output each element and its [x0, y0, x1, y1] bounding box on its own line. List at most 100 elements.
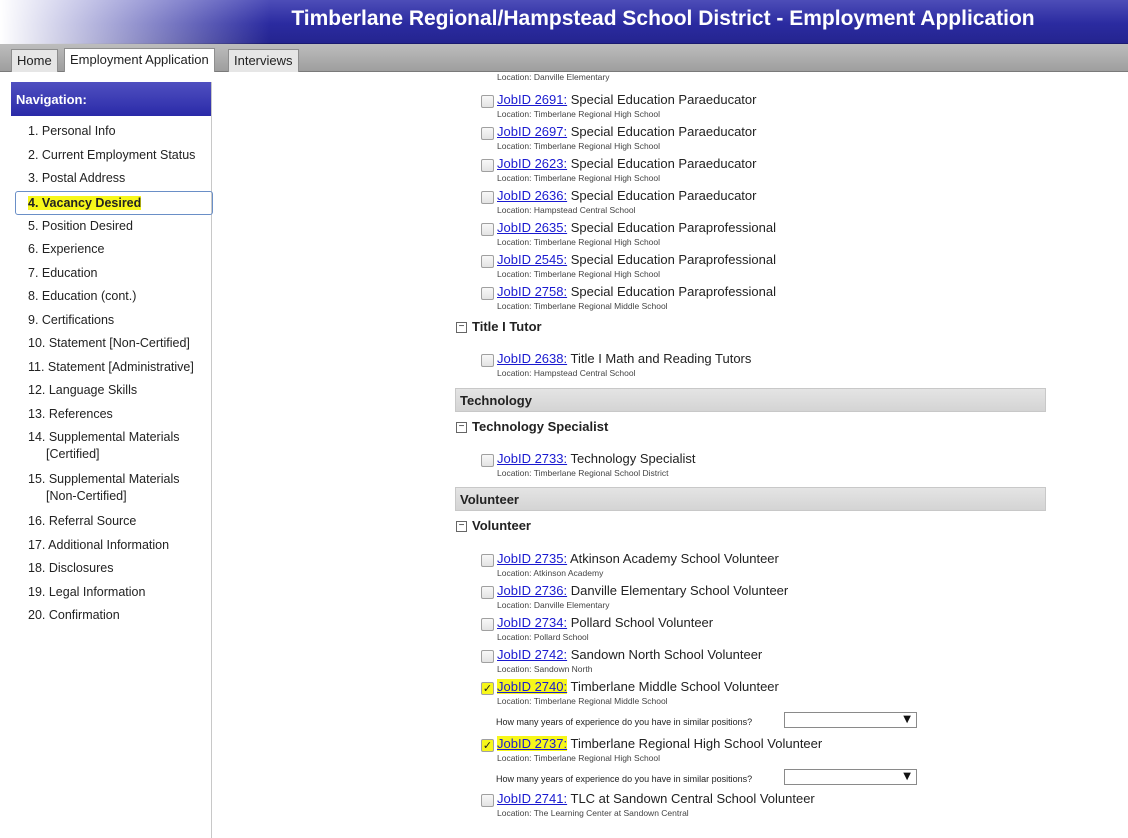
nav-header: Navigation: [11, 82, 211, 116]
nav-item-supplemental-certified[interactable]: 14. Supplemental Materials [Certified] [11, 426, 211, 468]
job-checkbox[interactable] [481, 650, 494, 663]
job-location: Location: Sandown North [497, 664, 593, 674]
job-location: Location: Danville Elementary [497, 72, 610, 82]
job-title: Special Education Paraeducator [570, 124, 757, 139]
job-row: JobID 2736: Danville Elementary School V… [481, 582, 1041, 614]
nav-item-postal-address[interactable]: 3. Postal Address [11, 167, 211, 191]
nav-item-additional-information[interactable]: 17. Additional Information [11, 534, 211, 558]
job-link[interactable]: JobID 2638: [497, 351, 567, 366]
nav-item-supplemental-non-certified[interactable]: 15. Supplemental Materials [Non-Certifie… [11, 468, 211, 510]
nav-item-education-cont[interactable]: 8. Education (cont.) [11, 285, 211, 309]
job-link[interactable]: JobID 2636: [497, 188, 567, 203]
job-checkbox[interactable] [481, 586, 494, 599]
job-link[interactable]: JobID 2623: [497, 156, 567, 171]
job-row: JobID 2733: Technology Specialist Locati… [481, 450, 1041, 482]
job-checkbox[interactable] [481, 159, 494, 172]
tab-strip: Home Employment Application Interviews [0, 44, 1128, 72]
job-checkbox[interactable] [481, 127, 494, 140]
job-title: Special Education Paraprofessional [570, 284, 776, 299]
job-checkbox[interactable] [481, 287, 494, 300]
experience-select[interactable]: ▼ [784, 769, 917, 785]
nav-item-experience[interactable]: 6. Experience [11, 238, 211, 262]
job-link[interactable]: JobID 2691: [497, 92, 567, 107]
job-title: Special Education Paraeducator [570, 156, 757, 171]
job-title: Special Education Paraprofessional [570, 220, 776, 235]
job-location: Location: Timberlane Regional High Schoo… [497, 753, 661, 763]
job-row: JobID 2734: Pollard School Volunteer Loc… [481, 614, 1041, 646]
title-fade [0, 0, 270, 44]
job-link[interactable]: JobID 2545: [497, 252, 567, 267]
tab-interviews[interactable]: Interviews [228, 49, 299, 72]
job-checkbox-checked[interactable]: ✓ [481, 739, 494, 752]
nav-item-disclosures[interactable]: 18. Disclosures [11, 557, 211, 581]
job-checkbox[interactable] [481, 554, 494, 567]
nav-item-referral-source[interactable]: 16. Referral Source [11, 510, 211, 534]
subgroup-technology-specialist[interactable]: − Technology Specialist [456, 419, 608, 434]
job-location: Location: Pollard School [497, 632, 589, 642]
nav-list: 1. Personal Info 2. Current Employment S… [11, 116, 213, 628]
job-checkbox[interactable] [481, 354, 494, 367]
job-title: Special Education Paraeducator [570, 92, 757, 107]
job-location: Location: Hampstead Central School [497, 205, 636, 215]
job-link[interactable]: JobID 2736: [497, 583, 567, 598]
job-location: Location: Atkinson Academy [497, 568, 604, 578]
job-location: Location: Timberlane Regional High Schoo… [497, 109, 661, 119]
job-location: Location: Timberlane Regional High Schoo… [497, 269, 661, 279]
job-row: JobID 2635: Special Education Paraprofes… [481, 219, 1041, 251]
job-location: Location: Timberlane Regional High Schoo… [497, 237, 661, 247]
job-link[interactable]: JobID 2735: [497, 551, 567, 566]
collapse-icon[interactable]: − [456, 521, 467, 533]
job-link[interactable]: JobID 2758: [497, 284, 567, 299]
job-title: Special Education Paraprofessional [570, 252, 776, 267]
nav-item-education[interactable]: 7. Education [11, 262, 211, 286]
job-checkbox[interactable] [481, 618, 494, 631]
job-location: Location: Timberlane Regional High Schoo… [497, 173, 661, 183]
job-checkbox[interactable] [481, 223, 494, 236]
job-row: JobID 2697: Special Education Paraeducat… [481, 123, 1041, 155]
nav-item-statement-non-certified[interactable]: 10. Statement [Non-Certified] [11, 332, 211, 356]
job-checkbox[interactable] [481, 255, 494, 268]
nav-item-statement-administrative[interactable]: 11. Statement [Administrative] [11, 356, 211, 380]
job-link[interactable]: JobID 2733: [497, 451, 567, 466]
nav-item-label: 14. Supplemental Materials [28, 430, 180, 444]
nav-item-language-skills[interactable]: 12. Language Skills [11, 379, 211, 403]
job-row: JobID 2623: Special Education Paraeducat… [481, 155, 1041, 187]
job-title: Danville Elementary School Volunteer [570, 583, 789, 598]
subgroup-volunteer[interactable]: − Volunteer [456, 518, 531, 533]
job-checkbox-checked[interactable]: ✓ [481, 682, 494, 695]
job-link[interactable]: JobID 2740: [497, 679, 568, 694]
job-checkbox[interactable] [481, 95, 494, 108]
job-location: Location: Timberlane Regional Middle Sch… [497, 696, 668, 706]
job-link[interactable]: JobID 2734: [497, 615, 567, 630]
job-row: JobID 2758: Special Education Paraprofes… [481, 283, 1041, 315]
subgroup-label: Technology Specialist [472, 419, 609, 434]
nav-item-legal-information[interactable]: 19. Legal Information [11, 581, 211, 605]
nav-item-references[interactable]: 13. References [11, 403, 211, 427]
job-link[interactable]: JobID 2741: [497, 791, 567, 806]
nav-item-vacancy-desired[interactable]: 4. Vacancy Desired [15, 190, 213, 215]
tab-employment-application[interactable]: Employment Application [64, 48, 215, 72]
job-checkbox[interactable] [481, 794, 494, 807]
nav-item-confirmation[interactable]: 20. Confirmation [11, 604, 211, 628]
experience-select[interactable]: ▼ [784, 712, 917, 728]
job-link[interactable]: JobID 2697: [497, 124, 567, 139]
job-link[interactable]: JobID 2737: [497, 736, 568, 751]
nav-item-current-employment-status[interactable]: 2. Current Employment Status [11, 144, 211, 168]
job-link[interactable]: JobID 2742: [497, 647, 567, 662]
nav-item-position-desired[interactable]: 5. Position Desired [11, 215, 211, 239]
job-title: Sandown North School Volunteer [570, 647, 763, 662]
collapse-icon[interactable]: − [456, 422, 467, 434]
nav-item-personal-info[interactable]: 1. Personal Info [11, 120, 211, 144]
subgroup-title-i-tutor[interactable]: − Title I Tutor [456, 319, 542, 334]
tab-home[interactable]: Home [11, 49, 58, 72]
job-location: Location: Hampstead Central School [497, 368, 636, 378]
job-checkbox[interactable] [481, 454, 494, 467]
experience-question: How many years of experience do you have… [496, 717, 753, 727]
job-checkbox[interactable] [481, 191, 494, 204]
job-title: Technology Specialist [570, 451, 696, 466]
collapse-icon[interactable]: − [456, 322, 467, 334]
nav-item-certifications[interactable]: 9. Certifications [11, 309, 211, 333]
page-title: Timberlane Regional/Hampstead School Dis… [291, 7, 1035, 30]
job-location: Location: Timberlane Regional High Schoo… [497, 141, 661, 151]
job-link[interactable]: JobID 2635: [497, 220, 567, 235]
